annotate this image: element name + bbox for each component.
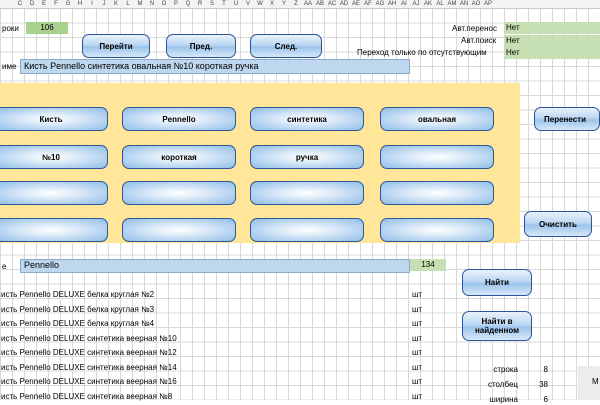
transfer-button[interactable]: Перенести xyxy=(534,107,600,131)
keyword-button[interactable] xyxy=(250,218,364,242)
column-header[interactable]: AB xyxy=(314,0,326,8)
result-unit: шт xyxy=(412,362,423,372)
column-header[interactable]: I xyxy=(86,0,98,8)
column-header[interactable]: AK xyxy=(422,0,434,8)
column-header[interactable]: Z xyxy=(290,0,302,8)
result-unit: шт xyxy=(412,333,423,343)
search-label: е xyxy=(2,262,7,271)
absent-only-value[interactable]: Нет xyxy=(504,47,600,59)
clear-button[interactable]: Очистить xyxy=(524,211,592,237)
result-name[interactable]: исть Pennello DELUXE синтетика веерная №… xyxy=(1,362,177,373)
keyword-button[interactable] xyxy=(380,218,494,242)
result-name[interactable]: исть Pennello DELUXE синтетика веерная №… xyxy=(1,333,177,344)
keyword-button[interactable] xyxy=(0,181,108,205)
name-label: име xyxy=(2,62,17,71)
result-name[interactable]: исть Pennello DELUXE белка круглая №4 xyxy=(1,318,154,329)
column-header[interactable]: K xyxy=(110,0,122,8)
column-header[interactable]: T xyxy=(218,0,230,8)
item-name-text: Кисть Pennello синтетика овальная №10 ко… xyxy=(24,61,259,71)
keyword-button[interactable]: Кисть xyxy=(0,107,108,131)
stat-value: 38 xyxy=(539,380,548,389)
column-header[interactable]: O xyxy=(158,0,170,8)
column-header[interactable]: AF xyxy=(362,0,374,8)
column-header[interactable]: J xyxy=(98,0,110,8)
keyword-button[interactable] xyxy=(0,218,108,242)
column-header[interactable]: AD xyxy=(338,0,350,8)
column-header[interactable]: H xyxy=(74,0,86,8)
keyword-button[interactable] xyxy=(250,181,364,205)
column-header[interactable]: S xyxy=(206,0,218,8)
row-number-field[interactable]: 106 xyxy=(26,22,68,34)
column-header[interactable]: AM xyxy=(446,0,458,8)
column-header[interactable]: AH xyxy=(386,0,398,8)
column-header[interactable]: R xyxy=(194,0,206,8)
stat-label: строка xyxy=(493,365,518,374)
result-count: 134 xyxy=(410,259,446,271)
corner-text: М xyxy=(592,377,599,386)
result-unit: шт xyxy=(412,348,423,357)
result-name[interactable]: исть Pennello DELUXE белка круглая №3 xyxy=(1,304,154,315)
column-header[interactable]: L xyxy=(122,0,134,8)
keyword-button[interactable]: овальная xyxy=(380,107,494,131)
search-field[interactable]: Pennello xyxy=(20,259,410,273)
keyword-button[interactable]: ручка xyxy=(250,145,364,169)
column-header-bar: C D E F G H I J K L M N O P Q R S T U V W X Y Z AA AB AC AD AE AF AG AH… xyxy=(0,0,600,9)
column-header[interactable]: Y xyxy=(278,0,290,8)
column-header[interactable]: AL xyxy=(434,0,446,8)
search-text: Pennello xyxy=(24,260,60,270)
column-header[interactable]: Q xyxy=(182,0,194,8)
result-unit: шт xyxy=(412,290,423,299)
result-name[interactable]: исть Pennello DELUXE синтетика веерная №… xyxy=(1,376,177,387)
keyword-button[interactable] xyxy=(122,218,236,242)
result-unit: шт xyxy=(412,319,423,328)
find-button[interactable]: Найти xyxy=(462,269,532,296)
column-header[interactable]: P xyxy=(170,0,182,8)
column-header[interactable]: AG xyxy=(374,0,386,8)
result-unit: шт xyxy=(412,304,423,314)
keyword-button[interactable] xyxy=(380,145,494,169)
auto-transfer-value[interactable]: Нет xyxy=(504,22,600,34)
column-header[interactable]: E xyxy=(38,0,50,8)
next-button[interactable]: След. xyxy=(250,34,322,58)
keyword-button[interactable]: синтетика xyxy=(250,107,364,131)
auto-transfer-label: Авт.перенос xyxy=(452,24,497,33)
column-header[interactable]: AC xyxy=(326,0,338,8)
prev-button[interactable]: Пред. xyxy=(166,34,236,58)
corner-panel: М xyxy=(578,366,600,400)
keyword-button[interactable]: короткая xyxy=(122,145,236,169)
stat-value: 8 xyxy=(543,365,548,374)
row-label: роки xyxy=(2,24,19,33)
result-name[interactable]: исть Pennello DELUXE синтетика веерная №… xyxy=(1,347,177,358)
result-name[interactable]: исть Pennello DELUXE белка круглая №2 xyxy=(1,289,154,300)
column-header[interactable]: C xyxy=(14,0,26,8)
keyword-button[interactable]: Pennello xyxy=(122,107,236,131)
keyword-button[interactable]: №10 xyxy=(0,145,108,169)
column-header[interactable]: AJ xyxy=(410,0,422,8)
keyword-button[interactable] xyxy=(122,181,236,205)
auto-search-value[interactable]: Нет xyxy=(504,35,600,47)
column-header[interactable]: X xyxy=(266,0,278,8)
stat-label: столбец xyxy=(487,380,518,389)
column-header[interactable]: AI xyxy=(398,0,410,8)
column-header[interactable]: U xyxy=(230,0,242,8)
go-button[interactable]: Перейти xyxy=(82,34,150,58)
column-header[interactable]: F xyxy=(50,0,62,8)
column-header[interactable]: AE xyxy=(350,0,362,8)
column-header[interactable]: AO xyxy=(470,0,482,8)
result-unit: шт xyxy=(412,377,423,386)
absent-only-label: Переход только по отсутствующим xyxy=(357,48,487,57)
column-header[interactable]: D xyxy=(26,0,38,8)
column-header[interactable]: G xyxy=(62,0,74,8)
column-header[interactable]: AA xyxy=(302,0,314,8)
item-name-field[interactable]: Кисть Pennello синтетика овальная №10 ко… xyxy=(20,59,410,74)
keyword-button[interactable] xyxy=(380,181,494,205)
column-header[interactable]: AP xyxy=(482,0,494,8)
column-header[interactable]: W xyxy=(254,0,266,8)
find-in-found-button[interactable]: Найти в найденном xyxy=(462,311,532,341)
column-header[interactable]: AN xyxy=(458,0,470,8)
auto-search-label: Авт.поиск xyxy=(461,36,497,45)
column-header[interactable]: M xyxy=(134,0,146,8)
column-header[interactable]: N xyxy=(146,0,158,8)
column-header[interactable]: V xyxy=(242,0,254,8)
